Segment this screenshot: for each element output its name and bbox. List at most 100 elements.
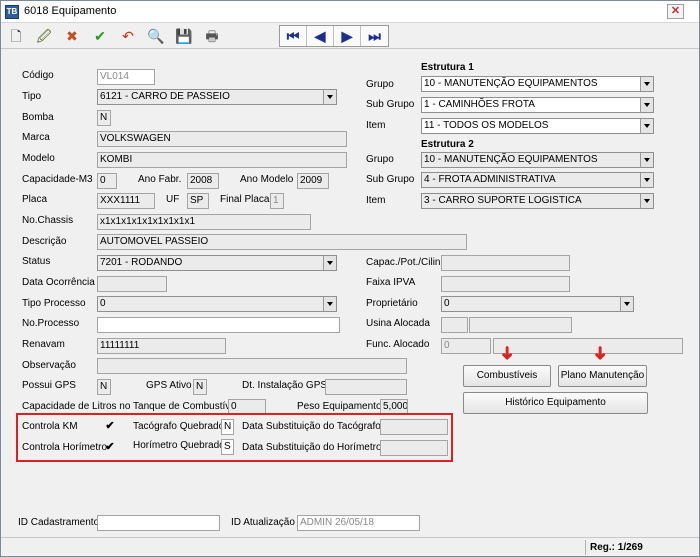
- id-atualizacao-field[interactable]: ADMIN 26/05/18: [297, 515, 420, 531]
- data-ocorrencia-field[interactable]: [97, 276, 167, 292]
- final-placa-field[interactable]: 1: [270, 193, 284, 209]
- gps-ativo-field[interactable]: N: [193, 379, 207, 395]
- chevron-down-icon[interactable]: [640, 173, 653, 187]
- chevron-down-icon[interactable]: [620, 297, 633, 311]
- chevron-down-icon[interactable]: [640, 77, 653, 91]
- tipo-processo-select[interactable]: 0: [97, 296, 337, 312]
- search-icon[interactable]: 🔍: [145, 25, 167, 47]
- estrutura1-subgrupo-select[interactable]: 1 - CAMINHÕES FROTA: [421, 97, 654, 113]
- chevron-down-icon[interactable]: [640, 119, 653, 133]
- codigo-field[interactable]: VL014: [97, 69, 155, 85]
- last-record-icon[interactable]: ⏭: [361, 26, 388, 46]
- horimetro-quebrado-field[interactable]: S: [221, 439, 234, 455]
- usina-alocada-code-field[interactable]: [441, 317, 468, 333]
- tipo-value: 6121 - CARRO DE PASSEIO: [100, 91, 230, 102]
- toolbar: 🗋 🖉 ✖ ✔ ↶ 🔍 💾 🖶 ⏮ ◀ ▶ ⏭: [1, 24, 699, 49]
- id-atualizacao-label: ID Atualização: [231, 517, 295, 528]
- save-icon[interactable]: 💾: [173, 25, 195, 47]
- print-icon[interactable]: 🖶: [201, 25, 223, 47]
- func-alocado-name-field[interactable]: [493, 338, 683, 354]
- placa-field[interactable]: XXX1111: [97, 193, 155, 209]
- codigo-label: Código: [22, 70, 54, 81]
- next-record-icon[interactable]: ▶: [334, 26, 361, 46]
- tacografo-quebrado-field[interactable]: N: [221, 419, 234, 435]
- observacao-label: Observação: [22, 360, 76, 371]
- historico-equipamento-button[interactable]: Histórico Equipamento: [463, 392, 648, 414]
- possui-gps-label: Possui GPS: [22, 380, 76, 391]
- bomba-label: Bomba: [22, 112, 54, 123]
- controla-horimetro-checkbox[interactable]: ✔: [104, 442, 116, 454]
- possui-gps-field[interactable]: N: [97, 379, 111, 395]
- estrutura2-subgrupo-select[interactable]: 4 - FROTA ADMINISTRATIVA: [421, 172, 654, 188]
- ano-modelo-field[interactable]: 2009: [297, 173, 329, 189]
- estrutura2-subgrupo-label: Sub Grupo: [366, 174, 415, 185]
- placa-label: Placa: [22, 194, 48, 205]
- estrutura1-subgrupo-value: 1 - CAMINHÕES FROTA: [424, 99, 535, 110]
- combustiveis-button[interactable]: Combustíveis: [463, 365, 551, 387]
- tipo-label: Tipo: [22, 91, 42, 102]
- func-alocado-label: Func. Alocado: [366, 339, 430, 350]
- chevron-down-icon[interactable]: [640, 98, 653, 112]
- confirm-icon[interactable]: ✔: [89, 25, 111, 47]
- app-icon: TB: [5, 5, 19, 19]
- controla-km-checkbox[interactable]: ✔: [104, 421, 116, 433]
- chevron-down-icon[interactable]: [323, 297, 336, 311]
- marca-field[interactable]: VOLKSWAGEN: [97, 131, 347, 147]
- id-cadastramento-label: ID Cadastramento: [18, 517, 100, 528]
- estrutura2-grupo-select[interactable]: 10 - MANUTENÇÃO EQUIPAMENTOS: [421, 152, 654, 168]
- ano-fabr-label: Ano Fabr.: [138, 174, 182, 185]
- estrutura2-item-label: Item: [366, 195, 386, 206]
- ano-modelo-label: Ano Modelo: [240, 174, 294, 185]
- chassis-field[interactable]: x1x1x1x1x1x1x1x1x1: [97, 214, 311, 230]
- status-select[interactable]: 7201 - RODANDO: [97, 255, 337, 271]
- dt-instalacao-gps-field[interactable]: [325, 379, 407, 395]
- controla-km-label: Controla KM: [22, 421, 78, 432]
- data-subst-horimetro-field[interactable]: [380, 440, 448, 456]
- horimetro-quebrado-label: Horímetro Quebrado: [133, 440, 225, 451]
- marca-label: Marca: [22, 132, 50, 143]
- undo-icon[interactable]: ↶: [117, 25, 139, 47]
- uf-field[interactable]: SP: [187, 193, 209, 209]
- new-icon[interactable]: 🗋: [5, 25, 27, 47]
- status-bar: Reg.: 1/269: [1, 537, 699, 556]
- tipo-processo-value: 0: [100, 298, 106, 309]
- estrutura1-item-value: 11 - TODOS OS MODELOS: [424, 120, 549, 131]
- previous-record-icon[interactable]: ◀: [307, 26, 334, 46]
- data-subst-tacografo-field[interactable]: [380, 419, 448, 435]
- chevron-down-icon[interactable]: [323, 256, 336, 270]
- plano-manutencao-button[interactable]: Plano Manutenção: [558, 365, 647, 387]
- capac-pot-field[interactable]: [441, 255, 570, 271]
- chevron-down-icon[interactable]: [323, 90, 336, 104]
- first-record-icon[interactable]: ⏮: [280, 26, 307, 46]
- capacidade-field[interactable]: 0: [97, 173, 117, 189]
- estrutura1-heading: Estrutura 1: [421, 62, 474, 73]
- tipo-select[interactable]: 6121 - CARRO DE PASSEIO: [97, 89, 337, 105]
- chevron-down-icon[interactable]: [640, 153, 653, 167]
- observacao-field[interactable]: [97, 358, 407, 374]
- faixa-ipva-label: Faixa IPVA: [366, 277, 416, 288]
- faixa-ipva-field[interactable]: [441, 276, 570, 292]
- estrutura1-grupo-label: Grupo: [366, 79, 394, 90]
- ano-fabr-field[interactable]: 2008: [187, 173, 219, 189]
- capac-pot-label: Capac./Pot./Cilin.: [366, 257, 444, 268]
- descricao-field[interactable]: AUTOMOVEL PASSEIO: [97, 234, 467, 250]
- func-alocado-code-field[interactable]: 0: [441, 338, 491, 354]
- edit-icon[interactable]: 🖉: [33, 25, 55, 47]
- estrutura2-item-select[interactable]: 3 - CARRO SUPORTE LOGISTICA: [421, 193, 654, 209]
- data-subst-horimetro-label: Data Substituição do Horímetro: [242, 442, 382, 453]
- tipo-processo-label: Tipo Processo: [22, 298, 86, 309]
- estrutura1-item-select[interactable]: 11 - TODOS OS MODELOS: [421, 118, 654, 134]
- id-cadastramento-field[interactable]: [97, 515, 220, 531]
- bomba-field[interactable]: N: [97, 110, 111, 126]
- no-processo-field[interactable]: [97, 317, 340, 333]
- estrutura1-grupo-select[interactable]: 10 - MANUTENÇÃO EQUIPAMENTOS: [421, 76, 654, 92]
- estrutura2-grupo-value: 10 - MANUTENÇÃO EQUIPAMENTOS: [424, 154, 598, 165]
- chevron-down-icon[interactable]: [640, 194, 653, 208]
- delete-icon[interactable]: ✖: [61, 25, 83, 47]
- usina-alocada-label: Usina Alocada: [366, 318, 430, 329]
- usina-alocada-name-field[interactable]: [469, 317, 572, 333]
- modelo-field[interactable]: KOMBI: [97, 152, 347, 168]
- proprietario-select[interactable]: 0: [441, 296, 634, 312]
- renavam-field[interactable]: 11111111: [97, 338, 226, 354]
- close-button[interactable]: ✕: [667, 4, 684, 19]
